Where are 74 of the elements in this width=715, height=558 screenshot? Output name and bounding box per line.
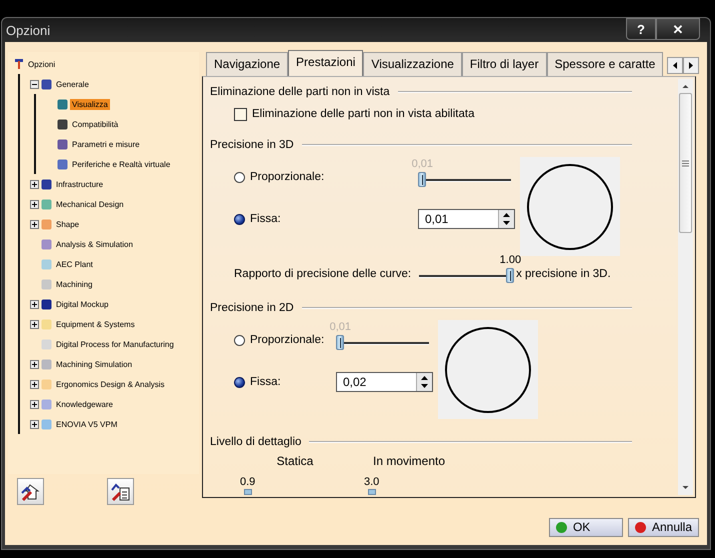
expand-icon[interactable] — [30, 400, 39, 408]
group-title: Precisione in 3D — [210, 139, 294, 151]
slider[interactable] — [419, 268, 514, 283]
slider-value: 0,01 — [412, 158, 433, 170]
slider[interactable] — [418, 172, 511, 187]
column-label: In movimento — [372, 454, 446, 468]
expand-icon[interactable] — [30, 200, 39, 208]
field-label: Rapporto di precisione delle curve: — [234, 268, 412, 280]
tree-item[interactable]: Knowledgeware — [54, 398, 115, 410]
spin-field[interactable]: 0,01 — [418, 209, 515, 229]
tree-item[interactable]: Shape — [54, 218, 82, 230]
expand-icon[interactable] — [30, 380, 39, 388]
checkbox-label: Eliminazione delle parti non in vista abilitata — [252, 108, 474, 120]
window-title: Opzioni — [6, 22, 50, 38]
help-button[interactable]: ? — [626, 18, 656, 40]
checkbox[interactable] — [234, 108, 247, 120]
expand-icon[interactable] — [30, 180, 39, 188]
group-title: Eliminazione delle parti non in vista — [210, 86, 390, 98]
house-tool-button[interactable] — [17, 478, 44, 505]
dialog-button[interactable]: Annulla — [628, 518, 699, 536]
tree-item[interactable]: Ergonomics Design & Analysis — [54, 378, 166, 390]
document-tool-icon — [110, 482, 130, 502]
radio-button[interactable] — [234, 376, 245, 388]
tree-item[interactable]: Periferiche e Realtà virtuale — [70, 158, 172, 170]
slider-value: 3.0 — [364, 476, 380, 488]
tree-item[interactable]: Analysis & Simulation — [54, 238, 135, 250]
tree-item[interactable]: Digital Mockup — [54, 298, 110, 310]
tree-item[interactable]: Equipment & Systems — [54, 318, 137, 330]
group-title: Livello di dettaglio — [210, 436, 302, 448]
tools-icon — [14, 58, 24, 70]
tree-item[interactable]: ENOVIA V5 VPM — [54, 418, 120, 430]
tree-item[interactable]: Generale — [54, 78, 91, 90]
column-label: Statica — [276, 454, 314, 468]
tab[interactable]: Spessore e caratte — [546, 52, 664, 76]
tree-item[interactable]: Mechanical Design — [54, 198, 126, 210]
tab[interactable]: Navigazione — [206, 52, 288, 76]
slider-value: 0,01 — [330, 321, 351, 333]
tree-item[interactable]: Machining Simulation — [54, 358, 134, 370]
radio-label: Proporzionale: — [250, 334, 326, 346]
tree-item[interactable]: Compatibilità — [70, 118, 120, 130]
expand-icon[interactable] — [30, 360, 39, 368]
spin-field[interactable]: 0,02 — [336, 372, 433, 392]
slider-value: 0.9 — [240, 476, 256, 488]
house-tool-icon — [20, 482, 40, 502]
expand-icon[interactable] — [30, 420, 39, 428]
tree-item[interactable]: Digital Process for Manufacturing — [54, 338, 176, 350]
expand-icon[interactable] — [30, 300, 39, 308]
tab[interactable]: Filtro di layer — [462, 52, 547, 76]
tree-item[interactable]: Opzioni — [26, 58, 58, 70]
slider-thumb[interactable] — [244, 489, 252, 495]
slider[interactable] — [336, 335, 429, 350]
expand-icon[interactable] — [30, 220, 39, 228]
radio-label: Fissa: — [250, 213, 282, 225]
close-button[interactable]: ✕ — [656, 18, 700, 40]
tree-item[interactable]: Infrastructure — [54, 178, 106, 190]
slider-value: 1.00 — [500, 254, 522, 266]
scrollbar-thumb[interactable] — [679, 93, 692, 233]
unit-label: x precisione in 3D. — [516, 268, 611, 280]
document-tool-button[interactable] — [107, 478, 134, 505]
expand-icon[interactable] — [30, 320, 39, 328]
slider-handle[interactable] — [506, 268, 514, 283]
radio-button[interactable] — [234, 214, 245, 224]
tree-item[interactable]: Parametri e misure — [70, 138, 142, 150]
tab[interactable]: Prestazioni — [288, 50, 364, 76]
collapse-icon[interactable] — [30, 80, 39, 88]
tree-item[interactable]: AEC Plant — [54, 258, 95, 270]
tree-item[interactable]: Visualizza — [70, 98, 110, 110]
slider-thumb[interactable] — [368, 489, 376, 495]
tab[interactable]: Visualizzazione — [363, 52, 462, 76]
dialog-button[interactable]: OK — [548, 518, 623, 536]
radio-label: Fissa: — [250, 376, 282, 388]
group-title: Precisione in 2D — [210, 302, 294, 314]
radio-label: Proporzionale: — [250, 171, 326, 183]
tree-item[interactable]: Machining — [54, 278, 94, 290]
